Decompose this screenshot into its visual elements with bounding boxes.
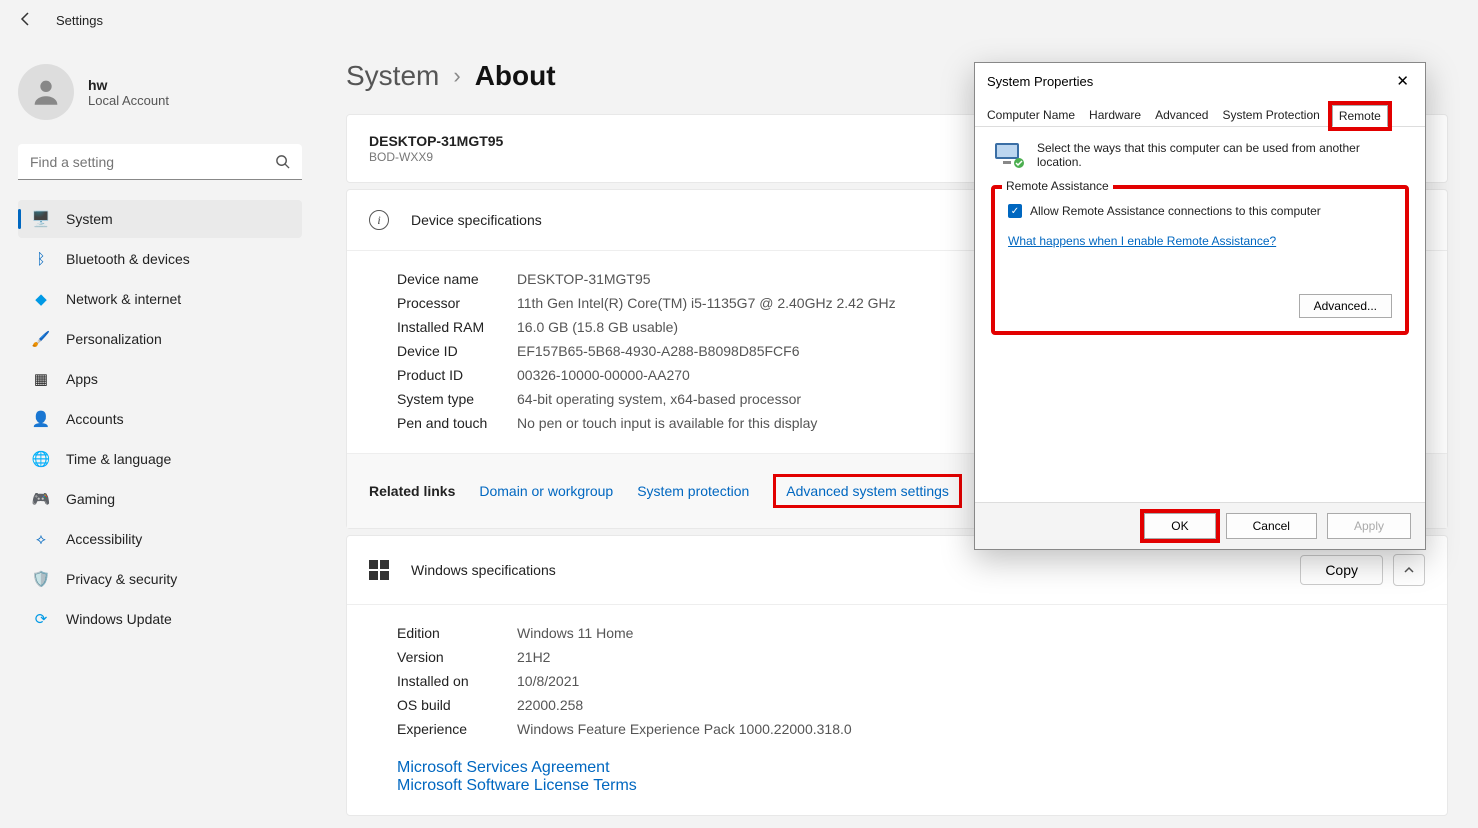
cancel-button[interactable]: Cancel [1226, 513, 1317, 539]
tab-computer-name[interactable]: Computer Name [985, 104, 1077, 126]
link-license-terms[interactable]: Microsoft Software License Terms [397, 777, 1397, 795]
sidebar-item-accessibility[interactable]: ⟡ Accessibility [18, 520, 302, 558]
sidebar-item-gaming[interactable]: 🎮 Gaming [18, 480, 302, 518]
crumb-parent[interactable]: System [346, 60, 439, 92]
copy-button[interactable]: Copy [1300, 555, 1383, 585]
related-label: Related links [369, 483, 455, 499]
computer-icon [993, 141, 1025, 169]
search-input[interactable] [18, 144, 302, 180]
sidebar-item-personalization[interactable]: 🖌️ Personalization [18, 320, 302, 358]
tab-advanced[interactable]: Advanced [1153, 104, 1210, 126]
chevron-up-icon[interactable] [1393, 554, 1425, 586]
link-advanced-settings[interactable]: Advanced system settings [786, 483, 949, 499]
spec-key: Version [397, 649, 517, 665]
update-icon: ⟳ [32, 610, 50, 628]
spec-val: 21H2 [517, 649, 1397, 665]
spec-val: 10/8/2021 [517, 673, 1397, 689]
sidebar-item-label: Privacy & security [66, 571, 177, 587]
wifi-icon: ◆ [32, 290, 50, 308]
spec-key: System type [397, 391, 517, 407]
sidebar-item-label: Personalization [66, 331, 162, 347]
spec-val: 22000.258 [517, 697, 1397, 713]
person-icon: 👤 [32, 410, 50, 428]
app-title: Settings [56, 13, 103, 28]
sidebar-item-accounts[interactable]: 👤 Accounts [18, 400, 302, 438]
accessibility-icon: ⟡ [32, 530, 50, 548]
profile-name: hw [88, 77, 169, 93]
ok-button[interactable]: OK [1144, 513, 1215, 539]
spec-val: Windows Feature Experience Pack 1000.220… [517, 721, 1397, 737]
profile-sub: Local Account [88, 93, 169, 108]
spec-key: Pen and touch [397, 415, 517, 431]
brush-icon: 🖌️ [32, 330, 50, 348]
search-icon [275, 154, 290, 174]
group-label: Remote Assistance [1002, 179, 1113, 193]
section-title: Device specifications [411, 212, 542, 228]
profile-block[interactable]: hw Local Account [18, 64, 302, 120]
sidebar-item-apps[interactable]: ▦ Apps [18, 360, 302, 398]
shield-icon: 🛡️ [32, 570, 50, 588]
tab-system-protection[interactable]: System Protection [1220, 104, 1321, 126]
sidebar-item-label: Network & internet [66, 291, 181, 307]
spec-key: Experience [397, 721, 517, 737]
windows-icon [369, 560, 389, 580]
sidebar-item-label: Apps [66, 371, 98, 387]
spec-val: Windows 11 Home [517, 625, 1397, 641]
windows-specs-card: Windows specifications Copy EditionWindo… [346, 535, 1448, 816]
avatar [18, 64, 74, 120]
link-services-agreement[interactable]: Microsoft Services Agreement [397, 759, 1397, 777]
link-remote-help[interactable]: What happens when I enable Remote Assist… [1008, 234, 1276, 248]
section-title: Windows specifications [411, 562, 556, 578]
search-box[interactable] [18, 144, 302, 180]
allow-remote-assistance-checkbox[interactable]: ✓ [1008, 204, 1022, 218]
advanced-button[interactable]: Advanced... [1299, 294, 1392, 318]
apply-button[interactable]: Apply [1327, 513, 1411, 539]
tab-remote[interactable]: Remote [1332, 105, 1388, 127]
info-icon: i [369, 210, 389, 230]
sidebar-item-label: Gaming [66, 491, 115, 507]
dialog-title: System Properties [987, 74, 1093, 89]
sidebar-item-network[interactable]: ◆ Network & internet [18, 280, 302, 318]
sidebar-item-label: Time & language [66, 451, 171, 467]
spec-key: Edition [397, 625, 517, 641]
chevron-right-icon: › [453, 63, 460, 89]
spec-key: OS build [397, 697, 517, 713]
system-properties-dialog: System Properties ✕ Computer Name Hardwa… [974, 62, 1426, 550]
close-icon[interactable]: ✕ [1392, 68, 1413, 94]
sidebar-item-label: Accounts [66, 411, 124, 427]
link-domain[interactable]: Domain or workgroup [479, 483, 613, 499]
dialog-desc: Select the ways that this computer can b… [1037, 141, 1407, 169]
sidebar-item-label: Windows Update [66, 611, 172, 627]
spec-key: Device name [397, 271, 517, 287]
sidebar-item-label: Bluetooth & devices [66, 251, 190, 267]
sidebar-item-update[interactable]: ⟳ Windows Update [18, 600, 302, 638]
sidebar-item-label: Accessibility [66, 531, 142, 547]
tab-hardware[interactable]: Hardware [1087, 104, 1143, 126]
system-icon: 🖥️ [32, 210, 50, 228]
sidebar-item-bluetooth[interactable]: ᛒ Bluetooth & devices [18, 240, 302, 278]
spec-key: Installed on [397, 673, 517, 689]
bluetooth-icon: ᛒ [32, 250, 50, 268]
crumb-current: About [475, 60, 556, 92]
sidebar-item-system[interactable]: 🖥️ System [18, 200, 302, 238]
spec-key: Installed RAM [397, 319, 517, 335]
link-protection[interactable]: System protection [637, 483, 749, 499]
apps-icon: ▦ [32, 370, 50, 388]
sidebar-item-privacy[interactable]: 🛡️ Privacy & security [18, 560, 302, 598]
sidebar-item-time[interactable]: 🌐 Time & language [18, 440, 302, 478]
sidebar-item-label: System [66, 211, 113, 227]
spec-key: Product ID [397, 367, 517, 383]
checkbox-label: Allow Remote Assistance connections to t… [1030, 204, 1321, 218]
globe-icon: 🌐 [32, 450, 50, 468]
spec-key: Processor [397, 295, 517, 311]
back-button[interactable] [18, 11, 36, 29]
gamepad-icon: 🎮 [32, 490, 50, 508]
spec-key: Device ID [397, 343, 517, 359]
